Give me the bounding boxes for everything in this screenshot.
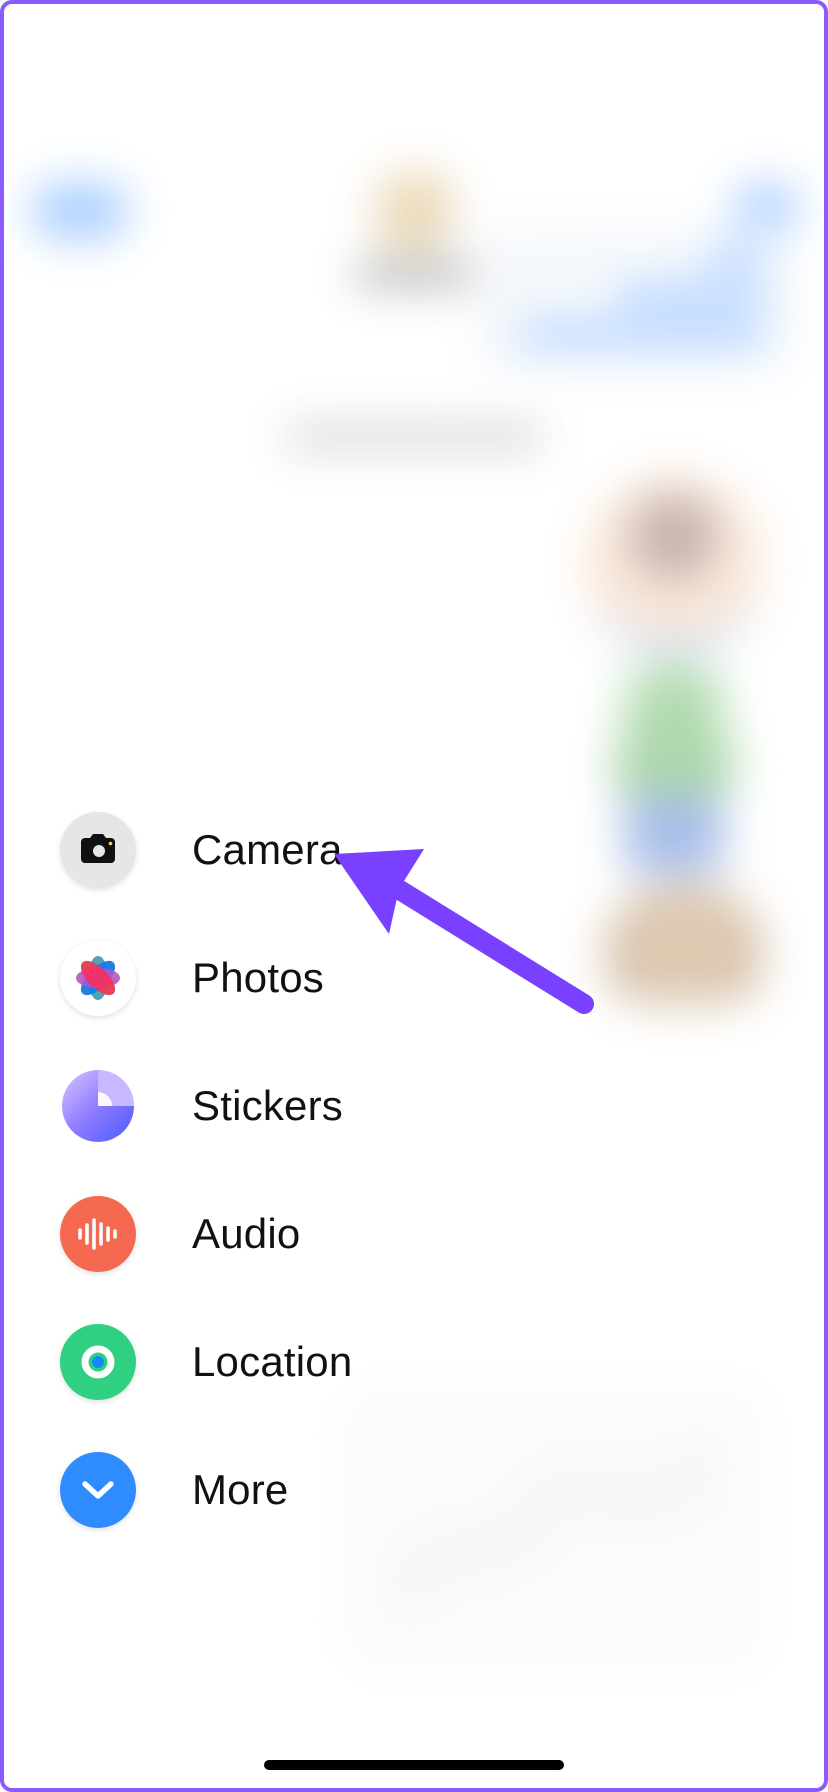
menu-item-label: Photos [192,954,324,1002]
menu-item-label: Location [192,1338,352,1386]
camera-icon [60,812,136,888]
menu-item-label: More [192,1466,289,1514]
menu-item-camera[interactable]: Camera [60,812,620,888]
audio-icon [60,1196,136,1272]
chevron-down-icon [60,1452,136,1528]
menu-item-label: Camera [192,826,343,874]
menu-item-label: Stickers [192,1082,343,1130]
attachment-menu: Camera Photos [60,812,620,1528]
menu-item-stickers[interactable]: Stickers [60,1068,620,1144]
photos-icon [60,940,136,1016]
home-indicator [264,1760,564,1770]
location-icon [60,1324,136,1400]
screenshot-frame: Camera Photos [0,0,828,1792]
menu-item-label: Audio [192,1210,300,1258]
stickers-icon [60,1068,136,1144]
menu-item-audio[interactable]: Audio [60,1196,620,1272]
menu-item-more[interactable]: More [60,1452,620,1528]
menu-item-location[interactable]: Location [60,1324,620,1400]
menu-item-photos[interactable]: Photos [60,940,620,1016]
